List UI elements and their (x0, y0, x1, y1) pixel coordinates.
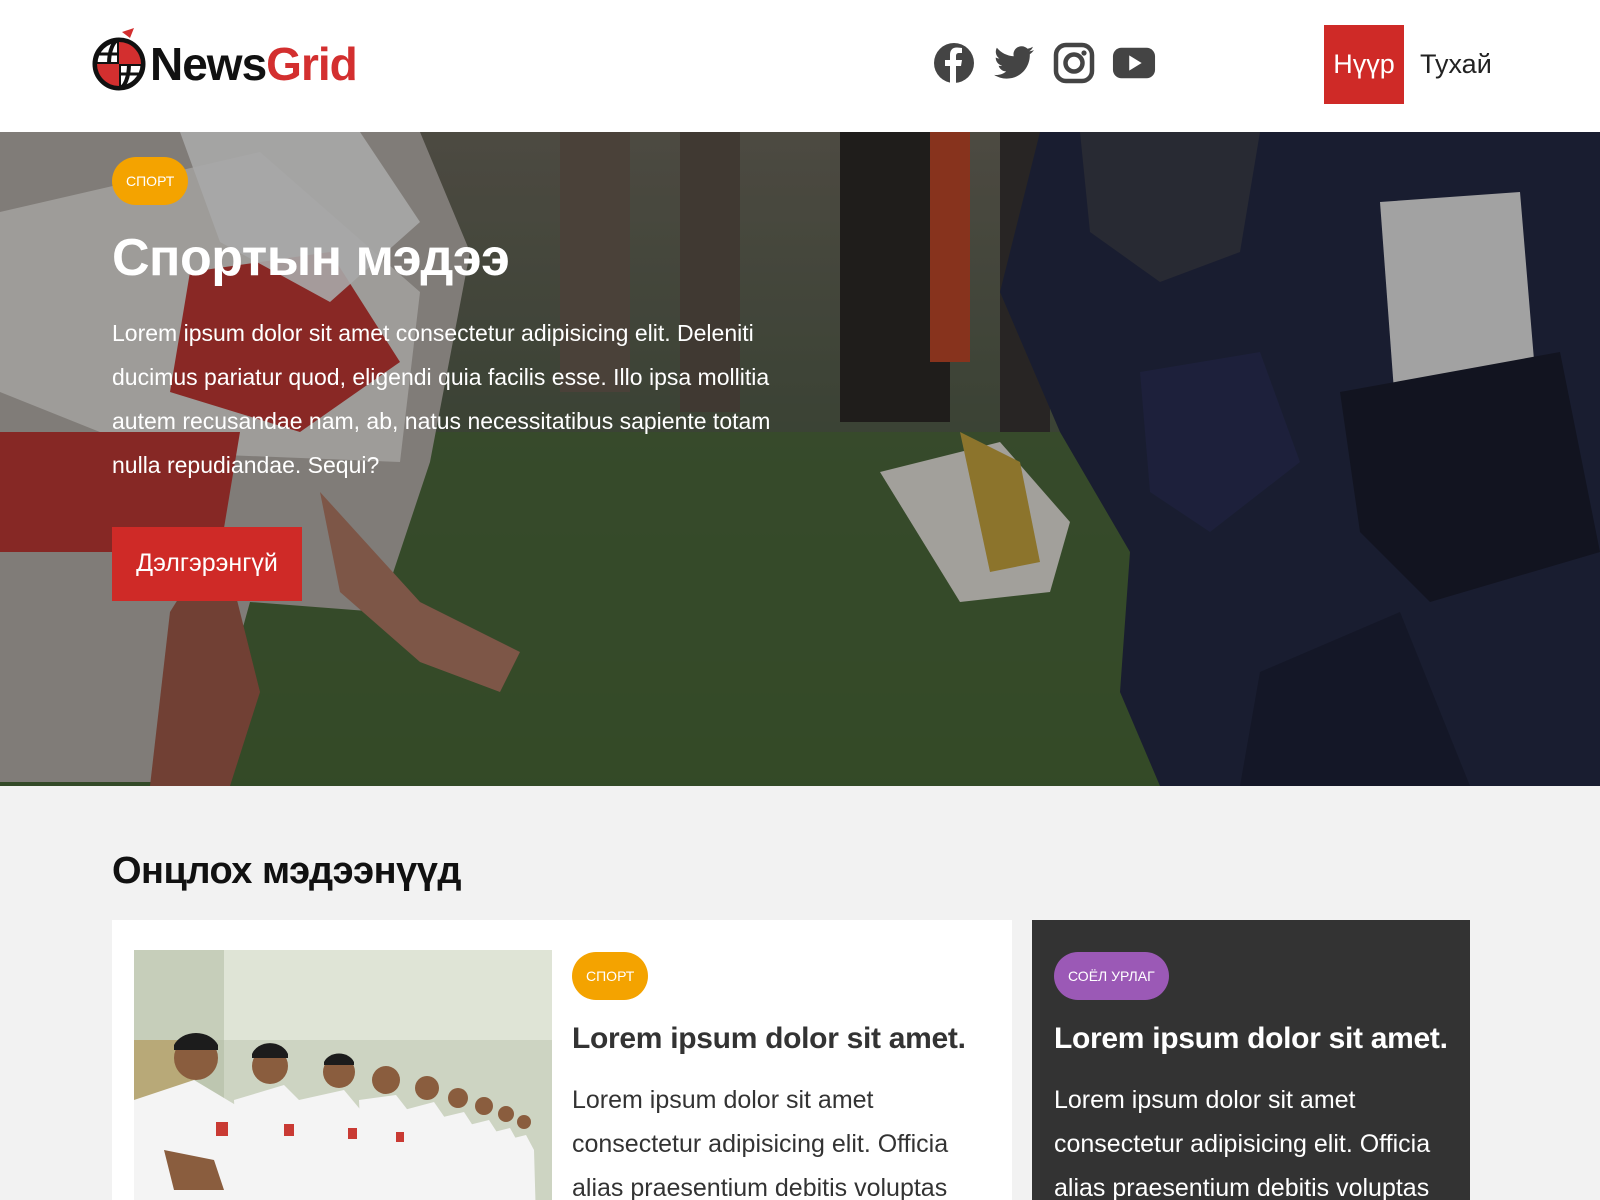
hero-category-badge[interactable]: СПОРТ (112, 157, 189, 205)
instagram-icon[interactable] (1052, 34, 1096, 92)
social-links (932, 34, 1156, 92)
logo-text-grid: Grid (266, 38, 358, 90)
youtube-icon[interactable] (1112, 34, 1156, 92)
featured-card-image (134, 950, 552, 1200)
site-header: NewsGrid Нүүр Тухай (0, 0, 1600, 132)
side-card-body: СОЁЛ УРЛАГ Lorem ipsum dolor sit amet. L… (1054, 952, 1454, 1200)
judo-team-photo (134, 950, 552, 1200)
twitter-icon[interactable] (992, 34, 1036, 92)
hero-text: Lorem ipsum dolor sit amet consectetur a… (112, 319, 771, 478)
logo-text-news: News (150, 38, 267, 90)
card-category-badge[interactable]: СПОРТ (572, 952, 649, 1000)
featured-card-main[interactable]: СПОРТ Lorem ipsum dolor sit amet. Lorem … (112, 920, 1012, 1200)
featured-card-body: СПОРТ Lorem ipsum dolor sit amet. Lorem … (572, 952, 992, 1200)
read-more-button[interactable]: Дэлгэрэнгүй (112, 526, 302, 601)
card-text: Lorem ipsum dolor sit amet consectetur a… (572, 1086, 949, 1200)
featured-card-side[interactable]: СОЁЛ УРЛАГ Lorem ipsum dolor sit amet. L… (1032, 920, 1470, 1200)
nav-item-home[interactable]: Нүүр (1324, 25, 1404, 104)
main-nav: Нүүр Тухай (1324, 25, 1508, 104)
card-category-badge[interactable]: СОЁЛ УРЛАГ (1054, 952, 1169, 1000)
hero-title: Спортын мэдээ (112, 229, 510, 287)
nav-item-about[interactable]: Тухай (1404, 25, 1508, 104)
card-text: Lorem ipsum dolor sit amet consectetur a… (1054, 1086, 1431, 1200)
hero-content: СПОРТ Спортын мэдээ Lorem ipsum dolor si… (112, 157, 812, 601)
logo[interactable]: NewsGrid (90, 24, 358, 104)
hero-banner: СПОРТ Спортын мэдээ Lorem ipsum dolor si… (0, 132, 1600, 786)
card-title[interactable]: Lorem ipsum dolor sit amet. (1054, 1022, 1454, 1056)
logo-text: NewsGrid (150, 37, 358, 91)
featured-section-title: Онцлох мэдээнүүд (112, 850, 462, 892)
facebook-icon[interactable] (932, 34, 976, 92)
card-title[interactable]: Lorem ipsum dolor sit amet. (572, 1022, 992, 1056)
globe-logo-icon (92, 28, 146, 91)
